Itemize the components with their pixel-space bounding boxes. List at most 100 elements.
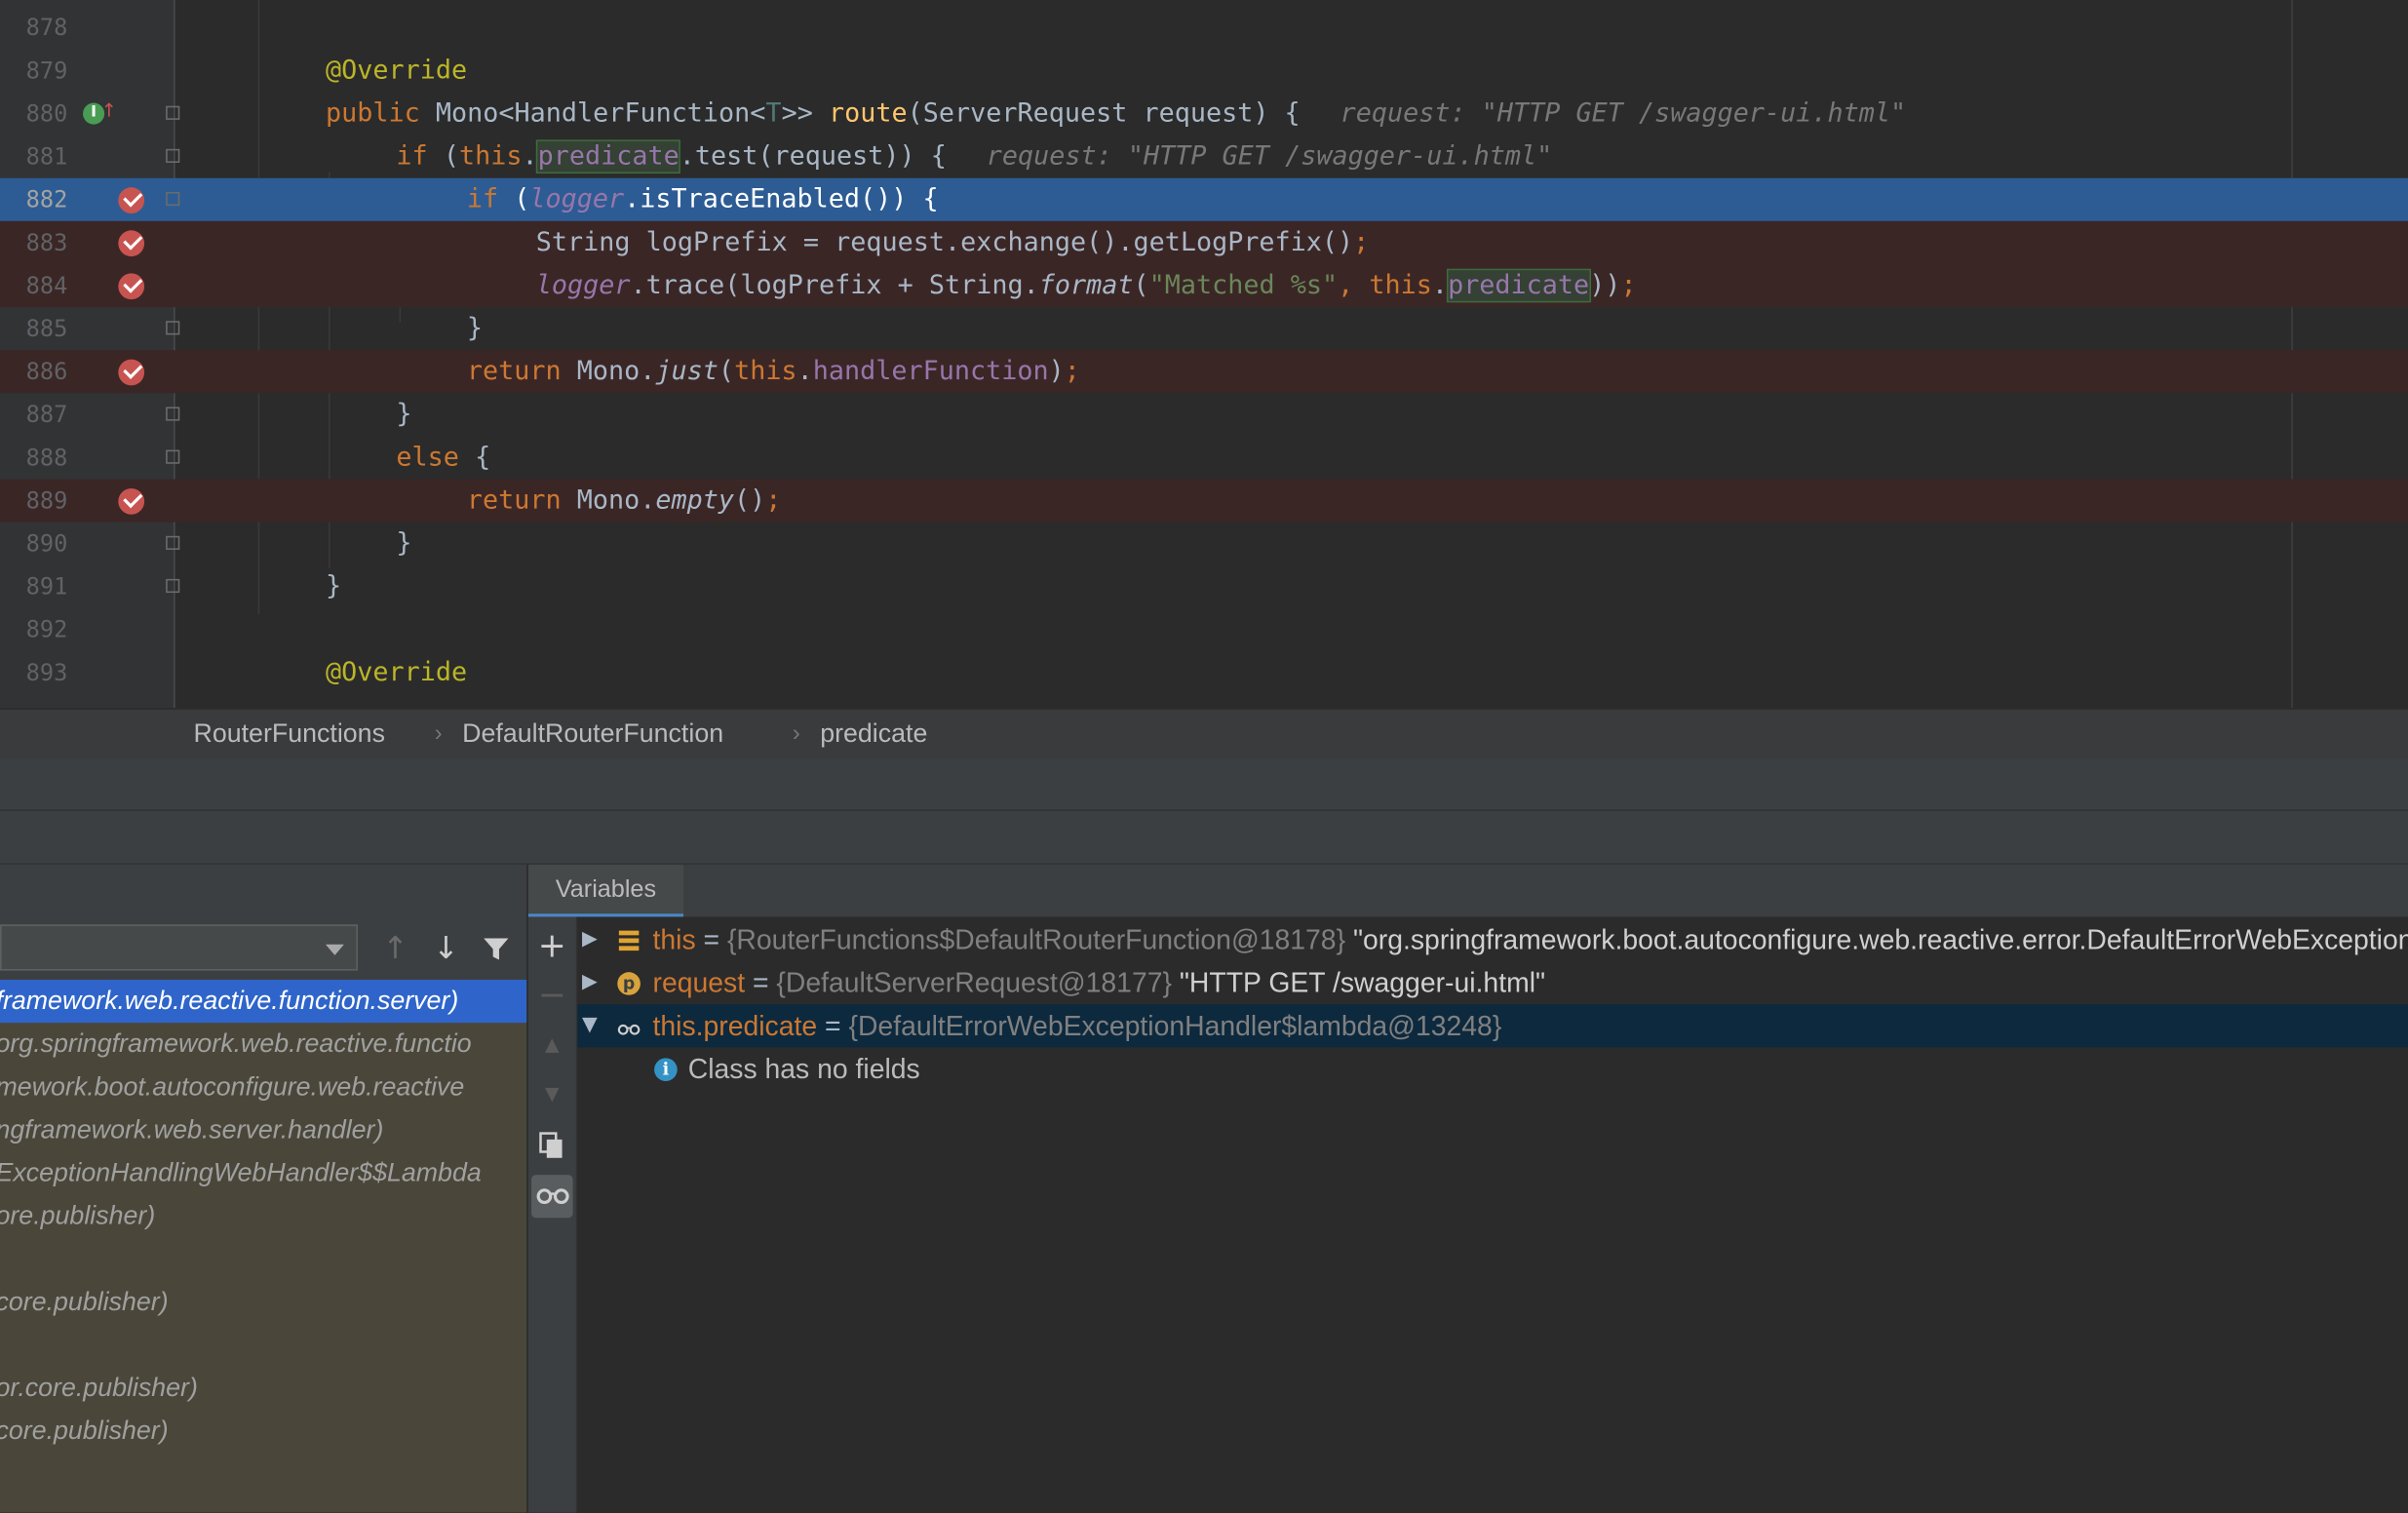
code-line[interactable]: 884 logger.trace(logPrefix + String.forma… [0, 263, 2408, 308]
show-watches-toggle[interactable] [531, 1175, 573, 1219]
code-line[interactable]: 892 [0, 608, 2408, 651]
stack-frame[interactable]: ore.publisher) [0, 1195, 526, 1238]
filter-icon[interactable] [483, 935, 510, 962]
variable-text: this.predicate = {DefaultErrorWebExcepti… [653, 1004, 1502, 1047]
variable-value: "HTTP GET /swagger-ui.html" [1171, 967, 1546, 998]
breakpoint-icon[interactable] [118, 273, 145, 300]
debug-tool-strip [0, 758, 2408, 811]
breakpoint-icon[interactable] [118, 359, 145, 386]
code-text: } [396, 393, 411, 436]
variables-panel: Variables + − ▲ ▼ ▶ this = {RouterFunctio… [527, 864, 2408, 1513]
fold-marker-icon[interactable] [166, 105, 180, 120]
code-line[interactable]: 887} [0, 393, 2408, 436]
code-line[interactable]: 893 @Override [0, 651, 2408, 694]
line-number[interactable]: 883 [0, 221, 68, 264]
code-token: >> [781, 97, 829, 130]
move-up-icon[interactable]: ▲ [528, 1033, 576, 1055]
line-number[interactable]: 888 [0, 436, 68, 479]
arrow-up-icon[interactable]: ↑ [382, 931, 408, 965]
code-text: @Override [326, 49, 467, 92]
variables-tree[interactable]: ▶ this = {RouterFunctions$DefaultRouterFu… [577, 916, 2408, 1513]
code-line[interactable]: 890} [0, 523, 2408, 565]
code-token: predicate [536, 139, 681, 175]
frame-list[interactable]: framework.web.reactive.function.server) o… [0, 980, 527, 1513]
line-number[interactable]: 884 [0, 264, 68, 307]
stack-frame[interactable]: org.springframework.web.reactive.functio [0, 1023, 526, 1066]
line-number[interactable]: 882 [0, 178, 68, 221]
remove-watch-icon[interactable]: − [528, 978, 576, 1015]
line-number[interactable]: 893 [0, 651, 68, 694]
breadcrumb-item[interactable]: RouterFunctions [193, 710, 384, 758]
stack-frame[interactable]: or.core.publisher) [0, 1367, 526, 1410]
stack-frame[interactable] [0, 1324, 526, 1367]
stack-frame[interactable] [0, 1238, 526, 1281]
stack-frame[interactable]: ngframework.web.server.handler) [0, 1108, 526, 1151]
line-number[interactable]: 889 [0, 479, 68, 522]
line-number[interactable]: 878 [0, 6, 68, 49]
code-text: } [467, 307, 483, 350]
line-number[interactable]: 886 [0, 350, 68, 393]
code-line[interactable]: 880 I ↑ public Mono<HandlerFunction<T>> rou… [0, 93, 2408, 136]
variable-row[interactable]: ▶ this = {RouterFunctions$DefaultRouterFu… [577, 918, 2408, 961]
code-token: this [734, 356, 797, 387]
variable-value: "org.springframework.boot.autoconfigure.… [1352, 924, 2408, 955]
fold-marker-icon[interactable] [166, 407, 180, 421]
code-line[interactable]: 883 String logPrefix = request.exchange()… [0, 220, 2408, 264]
code-token: public [325, 97, 436, 130]
fold-marker-icon[interactable] [166, 535, 180, 550]
add-watch-icon[interactable]: + [528, 928, 576, 966]
code-line[interactable]: 881 if (this.predicate.test(request)) {re… [0, 136, 2408, 178]
fold-marker-icon[interactable] [166, 578, 180, 594]
move-down-icon[interactable]: ▼ [528, 1083, 576, 1105]
code-token: ; [1353, 227, 1370, 258]
variable-text: request = {DefaultServerRequest@18177} "… [653, 961, 1546, 1004]
code-text: if (this.predicate.test(request)) {reque… [396, 136, 1552, 178]
code-line[interactable]: 878 [0, 6, 2408, 49]
line-number[interactable]: 880 [0, 93, 68, 136]
code-editor[interactable]: 878 879 @Override 880 I ↑ public Mono<HandlerF… [0, 0, 2408, 709]
line-number[interactable]: 881 [0, 136, 68, 178]
variable-row[interactable]: ▶ p request = {DefaultServerRequest@18177}… [577, 961, 2408, 1004]
code-line[interactable]: 891} [0, 565, 2408, 608]
expand-arrow-icon[interactable]: ▶ [582, 918, 598, 961]
stack-frame[interactable]: ExceptionHandlingWebHandler$$Lambda [0, 1151, 526, 1194]
tab-variables[interactable]: Variables [527, 864, 684, 917]
code-line[interactable]: 888 else { [0, 436, 2408, 479]
fold-marker-icon[interactable] [166, 449, 180, 464]
variable-type: {RouterFunctions$DefaultRouterFunction@1… [726, 924, 1346, 955]
thread-selector[interactable] [0, 924, 359, 971]
code-token: @Override [325, 657, 468, 688]
expand-arrow-icon[interactable]: ▶ [582, 961, 598, 1004]
line-number[interactable]: 879 [0, 49, 68, 92]
line-number[interactable]: 885 [0, 307, 68, 350]
collapse-arrow-icon[interactable]: ▼ [582, 1004, 598, 1047]
arrow-down-icon[interactable]: ↓ [433, 931, 458, 965]
line-number[interactable]: 891 [0, 565, 68, 608]
stack-frame[interactable]: core.publisher) [0, 1410, 526, 1453]
code-token: route [828, 97, 908, 130]
stack-frame[interactable]: framework.web.reactive.function.server) [0, 980, 527, 1024]
line-number[interactable]: 890 [0, 523, 68, 565]
breadcrumb-item[interactable]: predicate [820, 710, 927, 758]
code-line[interactable]: 885} [0, 307, 2408, 350]
line-number[interactable]: 892 [0, 608, 68, 651]
line-number[interactable]: 887 [0, 393, 68, 436]
fold-marker-icon[interactable] [166, 148, 180, 163]
breakpoint-icon[interactable] [118, 230, 145, 257]
code-line[interactable]: 889 return Mono.empty(); [0, 479, 2408, 523]
code-line[interactable]: 879 @Override [0, 49, 2408, 92]
breakpoint-icon[interactable] [118, 487, 145, 515]
code-line[interactable]: 882 if (logger.isTraceEnabled()) { [0, 177, 2408, 221]
breadcrumb-item[interactable]: DefaultRouterFunction [462, 710, 723, 758]
code-token: else [396, 442, 476, 474]
breakpoint-icon[interactable] [118, 187, 145, 213]
copy-icon[interactable] [539, 1132, 565, 1159]
code-text: return Mono.empty(); [467, 479, 782, 522]
fold-marker-icon[interactable] [166, 191, 180, 207]
stack-frame[interactable]: core.publisher) [0, 1281, 526, 1324]
stack-frame[interactable]: mework.boot.autoconfigure.web.reactive [0, 1066, 526, 1108]
code-line[interactable]: 886 return Mono.just(this.handlerFunction… [0, 350, 2408, 394]
code-token: logger [529, 184, 625, 215]
fold-marker-icon[interactable] [166, 321, 180, 335]
variable-row[interactable]: ▼ this.predicate = {DefaultErrorWebExcept… [577, 1004, 2408, 1048]
